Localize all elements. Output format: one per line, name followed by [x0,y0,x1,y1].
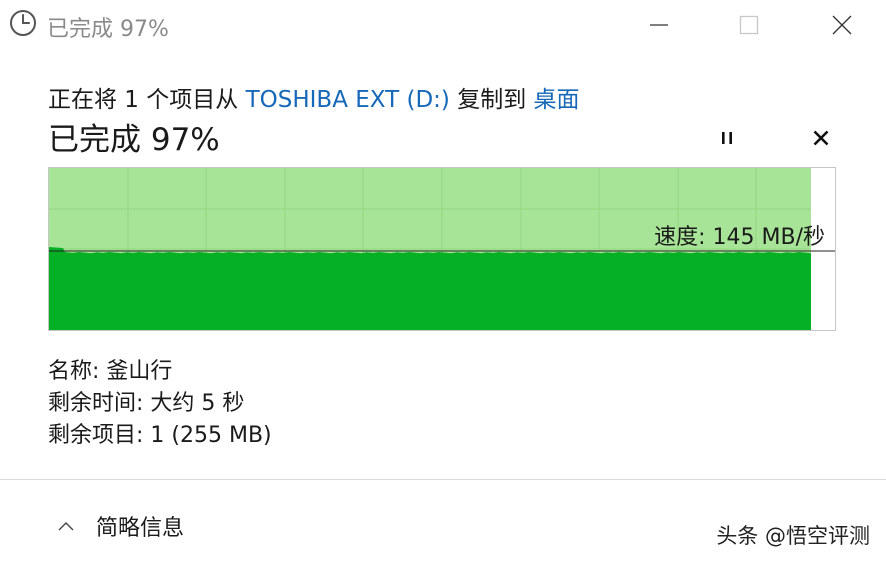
minimize-icon [650,24,668,26]
watermark: 头条 @悟空评测 [716,524,870,548]
chevron-up-icon [58,522,74,531]
throughput-area [49,247,811,330]
cancel-icon [813,130,829,146]
pause-button[interactable] [709,120,745,156]
close-button[interactable] [812,0,872,50]
file-name: 名称: 釜山行 [48,359,173,384]
speed-label: 速度: 145 MB/秒 [654,225,825,250]
less-info-toggle[interactable]: 简略信息 [56,510,184,542]
close-icon [832,15,852,35]
time-remaining: 剩余时间: 大约 5 秒 [48,391,245,416]
less-info-label: 简略信息 [96,516,185,541]
destination-link[interactable]: 桌面 [534,87,580,113]
percent-complete-title: 已完成 97% [48,122,220,158]
cancel-copy-button[interactable] [803,120,839,156]
transfer-speed-graph: 速度: 145 MB/秒 [48,167,836,331]
items-remaining: 剩余项目: 1 (255 MB) [48,423,272,448]
copy-details: 名称: 釜山行 剩余时间: 大约 5 秒 剩余项目: 1 (255 MB) [48,356,272,452]
title-bar[interactable]: 已完成 97% [0,0,886,50]
minimize-button[interactable] [629,0,689,50]
dialog-footer: 简略信息 头条 @悟空评测 [0,480,886,562]
pause-icon [722,132,732,144]
clock-icon [10,10,36,36]
copy-description: 正在将 1 个项目从 TOSHIBA EXT (D:) 复制到 桌面 [48,80,580,114]
source-link[interactable]: TOSHIBA EXT (D:) [246,87,450,113]
copy-prefix: 正在将 1 个项目从 [48,87,246,113]
window-title: 已完成 97% [47,17,169,42]
maximize-icon [739,15,759,35]
maximize-button[interactable] [719,0,779,50]
copy-progress-dialog: 已完成 97% 正在将 1 个项目从 TOSHIBA EXT (D:) 复制到 … [0,0,886,562]
copy-middle: 复制到 [449,87,534,113]
